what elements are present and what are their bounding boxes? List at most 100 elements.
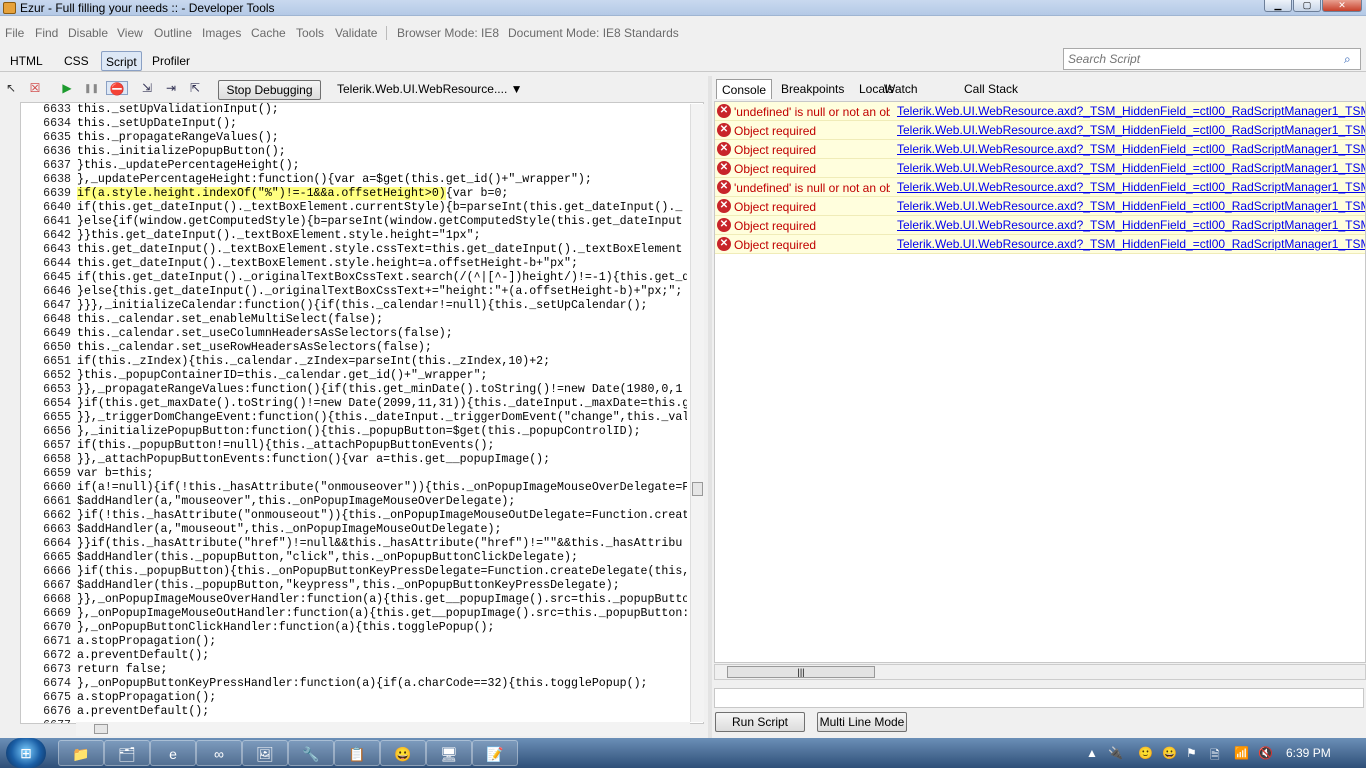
code-line[interactable]: 6643 this.get_dateInput()._textBoxElement… (21, 243, 701, 257)
code-line[interactable]: 6641}else{if(window.getComputedStyle){b=… (21, 215, 701, 229)
taskbar-app-icon[interactable]: 🗂 (104, 740, 150, 766)
pane-splitter[interactable] (708, 76, 712, 740)
console-error-row[interactable]: ✕ Object required Telerik.Web.UI.WebResour… (715, 216, 1365, 235)
step-into-icon[interactable]: ⇲ (140, 81, 154, 95)
select-element-icon[interactable]: ↖ (4, 81, 18, 95)
menu-view[interactable]: View (117, 26, 143, 40)
code-line[interactable]: 6645 if(this.get_dateInput()._originalTex… (21, 271, 701, 285)
taskbar-app-icon[interactable]: 🔧 (288, 740, 334, 766)
multi-line-mode-button[interactable]: Multi Line Mode (817, 712, 907, 732)
console-scroll-thumb[interactable]: ||| (727, 666, 875, 678)
code-line[interactable]: 6668}},_onPopupImageMouseOverHandler:fun… (21, 593, 701, 607)
tray-icon[interactable]: 🗎 (1210, 746, 1220, 767)
code-line[interactable]: 6652}this._popupContainerID=this._calend… (21, 369, 701, 383)
tab-breakpoints[interactable]: Breakpoints (776, 79, 849, 99)
error-source-link[interactable]: Telerik.Web.UI.WebResource.axd?_TSM_Hidd… (897, 123, 1365, 137)
code-line[interactable]: 6640 if(this.get_dateInput()._textBoxElem… (21, 201, 701, 215)
menu-disable[interactable]: Disable (68, 26, 108, 40)
code-line[interactable]: 6637}this._updatePercentageHeight(); (21, 159, 701, 173)
menu-file[interactable]: File (5, 26, 24, 40)
code-line[interactable]: 6673 return false; (21, 663, 701, 677)
error-source-link[interactable]: Telerik.Web.UI.WebResource.axd?_TSM_Hidd… (897, 199, 1365, 213)
break-all-icon[interactable]: ❚❚ (84, 81, 99, 95)
console-error-row[interactable]: ✕ Object required Telerik.Web.UI.WebResour… (715, 197, 1365, 216)
break-on-error-icon[interactable]: ⛔ (106, 81, 128, 96)
tray-icon[interactable]: 😀 (1162, 746, 1177, 760)
code-line[interactable]: 6651 if(this._zIndex){this._calendar._zIn… (21, 355, 701, 369)
code-line[interactable]: 6660 if(a!=null){if(!this._hasAttribute("… (21, 481, 701, 495)
code-line[interactable]: 6676 a.preventDefault(); (21, 705, 701, 719)
console-horizontal-scrollbar[interactable]: ||| (714, 664, 1366, 680)
code-line[interactable]: 6655}},_triggerDomChangeEvent:function()… (21, 411, 701, 425)
console-error-row[interactable]: ✕ Object required Telerik.Web.UI.WebResour… (715, 140, 1365, 159)
error-source-link[interactable]: Telerik.Web.UI.WebResource.axd?_TSM_Hidd… (897, 237, 1365, 251)
code-line[interactable]: 6654}if(this.get_maxDate().toString()!=n… (21, 397, 701, 411)
code-line[interactable]: 6658}},_attachPopupButtonEvents:function… (21, 453, 701, 467)
code-line[interactable]: 6669},_onPopupImageMouseOutHandler:funct… (21, 607, 701, 621)
console-error-row[interactable]: ✕'undefined' is null or not an object Tel… (715, 102, 1365, 121)
code-line[interactable]: 6653}},_propagateRangeValues:function(){… (21, 383, 701, 397)
code-line[interactable]: 6656},_initializePopupButton:function(){… (21, 425, 701, 439)
tab-call-stack[interactable]: Call Stack (959, 79, 1023, 99)
error-source-link[interactable]: Telerik.Web.UI.WebResource.axd?_TSM_Hidd… (897, 142, 1365, 156)
tray-icon[interactable]: 📶 (1234, 746, 1249, 760)
code-line[interactable]: 6633 this._setUpValidationInput(); (21, 103, 701, 117)
console-input[interactable] (714, 688, 1364, 708)
code-line[interactable]: 6659 var b=this; (21, 467, 701, 481)
error-source-link[interactable]: Telerik.Web.UI.WebResource.axd?_TSM_Hidd… (897, 161, 1365, 175)
code-line[interactable]: 6663 $addHandler(a,"mouseout",this._onPop… (21, 523, 701, 537)
code-line[interactable]: 6649 this._calendar.set_useColumnHeadersA… (21, 327, 701, 341)
menu-find[interactable]: Find (35, 26, 58, 40)
code-line[interactable]: 6664}}if(this._hasAttribute("href")!=nul… (21, 537, 701, 551)
browser-mode-menu[interactable]: Browser Mode: IE8 (397, 26, 499, 40)
tab-html[interactable]: HTML (6, 51, 47, 71)
code-horizontal-scroll-thumb[interactable] (94, 724, 108, 734)
code-line[interactable]: 6674},_onPopupButtonKeyPressHandler:func… (21, 677, 701, 691)
code-vertical-scroll-thumb[interactable] (692, 482, 703, 496)
console-error-row[interactable]: ✕ Object required Telerik.Web.UI.WebResour… (715, 235, 1365, 254)
code-line[interactable]: 6670},_onPopupButtonClickHandler:functio… (21, 621, 701, 635)
code-editor[interactable]: 6633 this._setUpValidationInput(); 6634 thi… (20, 102, 704, 724)
taskbar-app-icon[interactable]: 😀 (380, 740, 426, 766)
code-line[interactable]: 6667 $addHandler(this._popupButton,"keypr… (21, 579, 701, 593)
tab-console[interactable]: Console (716, 79, 773, 99)
step-over-icon[interactable]: ⇥ (164, 81, 178, 95)
taskbar-app-icon[interactable]: 📝 (472, 740, 518, 766)
code-horizontal-scrollbar[interactable] (76, 722, 690, 736)
document-mode-menu[interactable]: Document Mode: IE8 Standards (508, 26, 679, 40)
clock[interactable]: 6:39 PM (1286, 746, 1331, 760)
error-source-link[interactable]: Telerik.Web.UI.WebResource.axd?_TSM_Hidd… (897, 218, 1365, 232)
script-file-select[interactable]: Telerik.Web.UI.WebResource.... ▼ (337, 82, 523, 96)
tray-icon[interactable]: ▲ (1086, 746, 1098, 760)
maximize-button[interactable]: ▢ (1293, 0, 1321, 12)
search-icon[interactable]: ⌕ (1344, 52, 1356, 66)
code-line[interactable]: 6642}}this.get_dateInput()._textBoxEleme… (21, 229, 701, 243)
taskbar-app-icon[interactable]: 🖼 (242, 740, 288, 766)
close-button[interactable]: ✕ (1322, 0, 1362, 12)
code-line[interactable]: 6644 this.get_dateInput()._textBoxElement… (21, 257, 701, 271)
code-line[interactable]: 6665 $addHandler(this._popupButton,"click… (21, 551, 701, 565)
console-error-row[interactable]: ✕ Object required Telerik.Web.UI.WebResour… (715, 159, 1365, 178)
console-error-row[interactable]: ✕ Object required Telerik.Web.UI.WebResour… (715, 121, 1365, 140)
code-line[interactable]: 6666}if(this._popupButton){this._onPopup… (21, 565, 701, 579)
tab-css[interactable]: CSS (60, 51, 93, 71)
continue-icon[interactable]: ▶ (60, 81, 74, 95)
code-line[interactable]: 6639 if(a.style.height.indexOf("%")!=-1&&… (21, 187, 701, 201)
taskbar-app-icon[interactable]: e (150, 740, 196, 766)
code-line[interactable]: 6636 this._initializePopupButton(); (21, 145, 701, 159)
clear-browser-icon[interactable]: ☒ (28, 81, 42, 95)
code-line[interactable]: 6648 this._calendar.set_enableMultiSelect… (21, 313, 701, 327)
code-line[interactable]: 6647}}},_initializeCalendar:function(){i… (21, 299, 701, 313)
code-line[interactable]: 6646}else{this.get_dateInput()._original… (21, 285, 701, 299)
code-line[interactable]: 6671 a.stopPropagation(); (21, 635, 701, 649)
tray-icon[interactable]: 🙂 (1138, 746, 1153, 760)
code-line[interactable]: 6661 $addHandler(a,"mouseover",this._onPo… (21, 495, 701, 509)
stop-debugging-button[interactable]: Stop Debugging (218, 80, 321, 100)
error-source-link[interactable]: Telerik.Web.UI.WebResource.axd?_TSM_Hidd… (897, 180, 1365, 194)
code-line[interactable]: 6634 this._setUpDateInput(); (21, 117, 701, 131)
menu-images[interactable]: Images (202, 26, 241, 40)
code-line[interactable]: 6638},_updatePercentageHeight:function()… (21, 173, 701, 187)
tab-watch[interactable]: Watch (879, 79, 923, 99)
taskbar-app-icon[interactable]: 🖥 (426, 740, 472, 766)
taskbar-app-icon[interactable]: ∞ (196, 740, 242, 766)
